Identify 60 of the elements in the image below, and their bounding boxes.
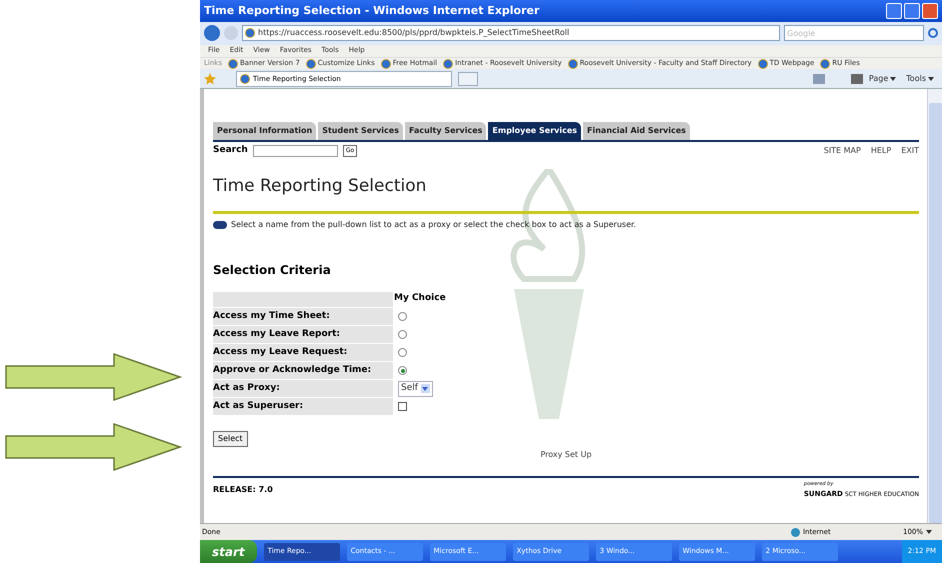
- proxy-dropdown[interactable]: Self: [398, 381, 433, 397]
- header-link[interactable]: EXIT: [901, 145, 919, 158]
- minimize-icon[interactable]: [886, 2, 902, 19]
- proxy-setup-link[interactable]: Proxy Set Up: [540, 449, 592, 462]
- row-label: Act as Proxy:: [213, 380, 393, 398]
- page-icon: [380, 58, 391, 68]
- search-field[interactable]: Google: [784, 25, 924, 42]
- page-icon: [568, 58, 578, 68]
- dropdown-arrow: [420, 384, 430, 394]
- home-icon[interactable]: [812, 74, 825, 84]
- radio-button[interactable]: [398, 348, 407, 358]
- column-header: My Choice: [394, 292, 446, 306]
- search-label: Search: [213, 144, 248, 158]
- info-icon: [213, 221, 227, 230]
- new-tab[interactable]: [458, 72, 478, 86]
- back-icon[interactable]: [204, 25, 220, 42]
- row-label: Access my Time Sheet:: [213, 308, 393, 326]
- scrollbar[interactable]: [927, 89, 942, 524]
- checkbox[interactable]: [398, 402, 407, 412]
- command-button[interactable]: Page: [868, 72, 896, 85]
- caret-icon: [926, 530, 932, 534]
- search-icon[interactable]: [928, 28, 938, 38]
- nav-tab[interactable]: Employee Services: [488, 122, 582, 140]
- maximize-icon[interactable]: [904, 2, 920, 19]
- page-icon: [306, 58, 316, 68]
- start-button[interactable]: start: [200, 540, 257, 563]
- site-search-field[interactable]: [252, 145, 338, 158]
- page-icon: [245, 28, 255, 38]
- command-button[interactable]: Tools: [906, 72, 934, 85]
- page-icon: [228, 58, 238, 68]
- nav-tab[interactable]: Personal Information: [213, 122, 316, 140]
- close-icon[interactable]: [922, 2, 938, 19]
- nav-tab[interactable]: Financial Aid Services: [583, 122, 690, 140]
- caret-icon: [890, 76, 896, 81]
- page-heading: Time Reporting Selection: [213, 174, 428, 198]
- radio-button[interactable]: [398, 330, 407, 340]
- print-icon[interactable]: [850, 74, 863, 84]
- nav-tab[interactable]: Student Services: [318, 122, 403, 140]
- section-heading: Selection Criteria: [213, 262, 332, 280]
- row-label: Act as Superuser:: [213, 398, 393, 416]
- row-label: Access my Leave Request:: [213, 344, 393, 362]
- info-text: Select a name from the pull-down list to act as a proxy or select the check box to act as a Superuser.: [231, 219, 636, 232]
- caret-icon: [928, 76, 934, 81]
- radio-button[interactable]: [398, 366, 407, 376]
- select-button[interactable]: Select: [213, 431, 248, 448]
- header-link[interactable]: SITE MAP: [824, 145, 861, 158]
- title-bar: Time Reporting Selection - Windows Internet Explorer: [200, 0, 942, 22]
- nav-tab[interactable]: Faculty Services: [404, 122, 486, 140]
- row-label: Access my Leave Report:: [213, 326, 393, 344]
- page-icon: [443, 58, 454, 68]
- address-field[interactable]: https://ruaccess.roosevelt.edu:8500/pls/pprd/bwpkteis.P_SelectTimeSheetRoll: [242, 25, 780, 42]
- star-icon[interactable]: [204, 72, 216, 85]
- release-label: RELEASE: 7.0: [213, 484, 273, 496]
- page-icon: [240, 74, 250, 84]
- page-icon: [758, 58, 768, 68]
- radio-button[interactable]: [398, 312, 407, 322]
- globe-icon: [790, 528, 800, 537]
- page-icon: [820, 58, 830, 68]
- row-label: Approve or Acknowledge Time:: [213, 362, 393, 380]
- header-link[interactable]: HELP: [870, 145, 892, 158]
